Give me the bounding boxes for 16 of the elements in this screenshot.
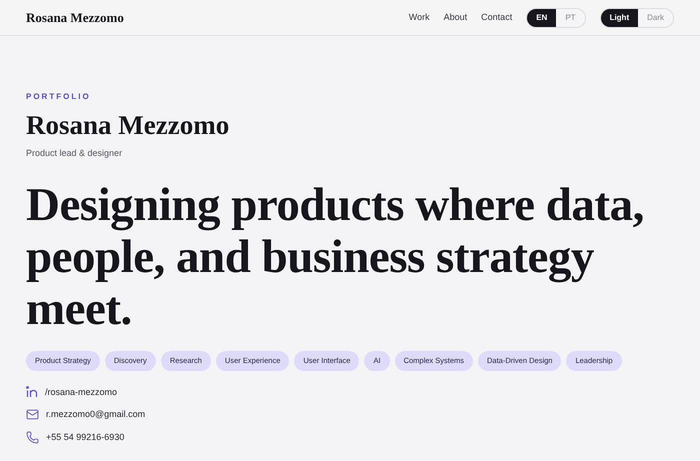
toggle-option[interactable]: EN	[527, 8, 556, 26]
email-icon	[26, 408, 39, 422]
contact-text: /rosana-mezzomo	[45, 386, 118, 398]
role-text: Product lead & designer	[26, 147, 124, 160]
nav-link[interactable]: Contact	[481, 10, 512, 24]
profile-name: Rosana Mezzomo	[26, 109, 230, 141]
nav-link[interactable]: About	[444, 10, 468, 24]
contact-text: r.mezzomo0@gmail.com	[46, 408, 146, 421]
toggle-option[interactable]: Light	[600, 8, 638, 26]
headline: Designing products where data, people, and business strategy meet.	[26, 178, 645, 334]
eyebrow-label: PORTFOLIO	[26, 91, 92, 103]
nav-link[interactable]: Work	[408, 10, 430, 24]
brand-name[interactable]: Rosana Mezzomo	[26, 8, 124, 28]
linkedin-icon	[26, 386, 38, 398]
phone-icon	[26, 430, 39, 444]
contact-text: +55 54 99216-6930	[46, 430, 124, 444]
